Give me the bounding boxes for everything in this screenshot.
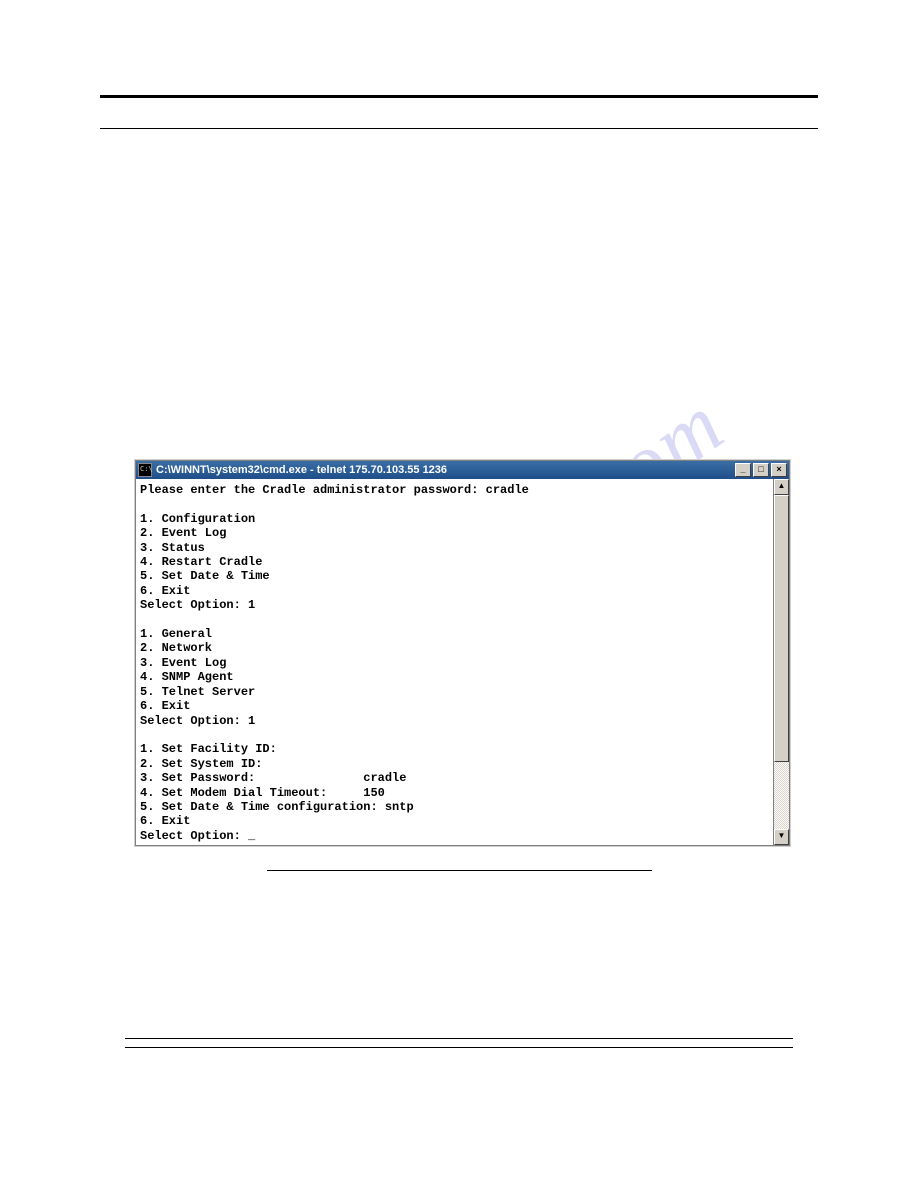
- console-line: 1. General: [140, 627, 212, 641]
- window-titlebar[interactable]: C:\WINNT\system32\cmd.exe - telnet 175.7…: [136, 461, 789, 479]
- scroll-thumb[interactable]: [774, 495, 789, 762]
- console-line: Please enter the Cradle administrator pa…: [140, 483, 529, 497]
- top-rule-thick: [100, 95, 818, 98]
- bottom-rule-thin2: [125, 1047, 793, 1048]
- console-line: 1. Configuration: [140, 512, 255, 526]
- maximize-button[interactable]: □: [753, 463, 769, 477]
- minimize-button[interactable]: _: [735, 463, 751, 477]
- console-line: 2. Set System ID:: [140, 757, 262, 771]
- console-line: 5. Telnet Server: [140, 685, 255, 699]
- console-output[interactable]: Please enter the Cradle administrator pa…: [136, 479, 773, 845]
- cmd-icon: [138, 463, 152, 477]
- console-line: 4. Set Modem Dial Timeout: 150: [140, 786, 385, 800]
- scroll-up-button[interactable]: ▲: [774, 479, 789, 495]
- scroll-track[interactable]: [774, 495, 789, 829]
- console-line: 2. Network: [140, 641, 212, 655]
- console-line: 6. Exit: [140, 584, 190, 598]
- console-line: 1. Set Facility ID:: [140, 742, 277, 756]
- window-title: C:\WINNT\system32\cmd.exe - telnet 175.7…: [156, 464, 735, 476]
- close-button[interactable]: ×: [771, 463, 787, 477]
- top-rule-thin: [100, 128, 818, 129]
- console-line: Select Option: _: [140, 829, 255, 843]
- console-line: 6. Exit: [140, 814, 190, 828]
- console-line: 2. Event Log: [140, 526, 226, 540]
- figure-caption-area: [0, 870, 918, 877]
- telnet-window: C:\WINNT\system32\cmd.exe - telnet 175.7…: [135, 460, 790, 846]
- console-line: 4. SNMP Agent: [140, 670, 234, 684]
- console-line: Select Option: 1: [140, 598, 255, 612]
- console-line: 4. Restart Cradle: [140, 555, 262, 569]
- console-line: 5. Set Date & Time: [140, 569, 270, 583]
- scroll-down-button[interactable]: ▼: [774, 829, 789, 845]
- console-line: 3. Set Password: cradle: [140, 771, 406, 785]
- console-line: Select Option: 1: [140, 714, 255, 728]
- bottom-rule-thin: [125, 1038, 793, 1039]
- console-line: 3. Event Log: [140, 656, 226, 670]
- console-line: 3. Status: [140, 541, 205, 555]
- console-line: 5. Set Date & Time configuration: sntp: [140, 800, 414, 814]
- vertical-scrollbar[interactable]: ▲ ▼: [773, 479, 789, 845]
- console-line: 6. Exit: [140, 699, 190, 713]
